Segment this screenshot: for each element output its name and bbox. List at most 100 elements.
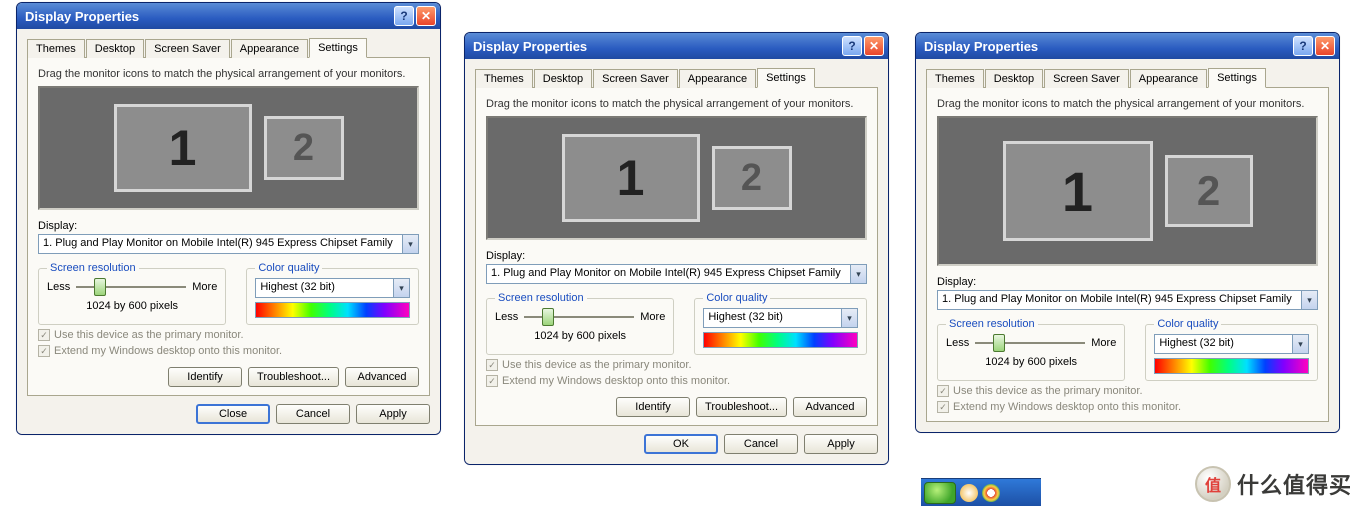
window-title: Display Properties <box>473 39 840 54</box>
resolution-group: Screen resolution Less More 1024 by 600 … <box>38 262 226 325</box>
identify-button[interactable]: Identify <box>168 367 242 387</box>
resolution-value: 1024 by 600 pixels <box>495 330 665 342</box>
display-value: 1. Plug and Play Monitor on Mobile Intel… <box>938 291 1301 309</box>
checkbox-icon: ✓ <box>937 385 949 397</box>
resolution-slider[interactable] <box>524 308 634 326</box>
tab-appearance[interactable]: Appearance <box>679 69 756 88</box>
close-button[interactable]: ✕ <box>1315 36 1335 56</box>
advanced-button[interactable]: Advanced <box>345 367 419 387</box>
help-button[interactable]: ? <box>394 6 414 26</box>
taskbar[interactable] <box>921 478 1041 506</box>
display-combo[interactable]: 1. Plug and Play Monitor on Mobile Intel… <box>486 264 867 284</box>
resolution-slider[interactable] <box>76 278 186 296</box>
apply-button[interactable]: Apply <box>804 434 878 454</box>
display-value: 1. Plug and Play Monitor on Mobile Intel… <box>39 235 402 253</box>
monitor-1[interactable]: 1 <box>114 104 252 192</box>
troubleshoot-button[interactable]: Troubleshoot... <box>248 367 339 387</box>
ok-button[interactable]: OK <box>644 434 718 454</box>
tab-desktop[interactable]: Desktop <box>534 69 592 88</box>
color-combo[interactable]: Highest (32 bit) ▾ <box>1154 334 1309 354</box>
start-button[interactable] <box>924 482 956 504</box>
color-combo[interactable]: Highest (32 bit) ▾ <box>255 278 410 298</box>
monitor-2[interactable]: 2 <box>264 116 344 180</box>
checkbox-icon: ✓ <box>486 359 498 371</box>
tab-desktop[interactable]: Desktop <box>985 69 1043 88</box>
chevron-down-icon[interactable]: ▾ <box>393 279 409 297</box>
display-value: 1. Plug and Play Monitor on Mobile Intel… <box>487 265 850 283</box>
checkbox-icon: ✓ <box>38 329 50 341</box>
close-dialog-button[interactable]: Close <box>196 404 270 424</box>
display-combo[interactable]: 1. Plug and Play Monitor on Mobile Intel… <box>38 234 419 254</box>
color-value: Highest (32 bit) <box>256 279 393 297</box>
color-spectrum <box>703 332 858 348</box>
tab-bar: Themes Desktop Screen Saver Appearance S… <box>926 65 1329 87</box>
watermark: 值 什么值得买 <box>1187 462 1360 506</box>
help-button[interactable]: ? <box>1293 36 1313 56</box>
cancel-button[interactable]: Cancel <box>724 434 798 454</box>
tab-screensaver[interactable]: Screen Saver <box>1044 69 1129 88</box>
color-group: Color quality Highest (32 bit) ▾ <box>246 262 419 325</box>
resolution-slider[interactable] <box>975 334 1085 352</box>
advanced-button[interactable]: Advanced <box>793 397 867 417</box>
watermark-logo-icon: 值 <box>1195 466 1231 502</box>
color-value: Highest (32 bit) <box>704 309 841 327</box>
resolution-group: Screen resolution Less More 1024 by 600 … <box>937 318 1125 381</box>
checkbox-icon: ✓ <box>486 375 498 387</box>
resolution-value: 1024 by 600 pixels <box>946 356 1116 368</box>
resolution-legend: Screen resolution <box>47 262 139 274</box>
close-button[interactable]: ✕ <box>416 6 436 26</box>
settings-panel: Drag the monitor icons to match the phys… <box>475 87 878 426</box>
instruction-text: Drag the monitor icons to match the phys… <box>937 98 1318 110</box>
close-button[interactable]: ✕ <box>864 36 884 56</box>
window-title: Display Properties <box>25 9 392 24</box>
instruction-text: Drag the monitor icons to match the phys… <box>38 68 419 80</box>
tab-settings[interactable]: Settings <box>309 38 367 58</box>
tab-settings[interactable]: Settings <box>757 68 815 88</box>
identify-button[interactable]: Identify <box>616 397 690 417</box>
chevron-down-icon[interactable]: ▾ <box>402 235 418 253</box>
titlebar[interactable]: Display Properties ? ✕ <box>916 33 1339 59</box>
chevron-down-icon[interactable]: ▾ <box>1292 335 1308 353</box>
tab-themes[interactable]: Themes <box>926 69 984 88</box>
tab-screensaver[interactable]: Screen Saver <box>593 69 678 88</box>
resolution-legend: Screen resolution <box>495 292 587 304</box>
resolution-group: Screen resolution Less More 1024 by 600 … <box>486 292 674 355</box>
tab-appearance[interactable]: Appearance <box>1130 69 1207 88</box>
apply-button[interactable]: Apply <box>356 404 430 424</box>
window-title: Display Properties <box>924 39 1291 54</box>
settings-panel: Drag the monitor icons to match the phys… <box>27 57 430 396</box>
tab-settings[interactable]: Settings <box>1208 68 1266 88</box>
titlebar[interactable]: Display Properties ? ✕ <box>17 3 440 29</box>
tab-bar: Themes Desktop Screen Saver Appearance S… <box>475 65 878 87</box>
chevron-down-icon[interactable]: ▾ <box>850 265 866 283</box>
cancel-button[interactable]: Cancel <box>276 404 350 424</box>
checkbox-icon: ✓ <box>38 345 50 357</box>
monitor-preview[interactable]: 1 2 <box>38 86 419 210</box>
titlebar[interactable]: Display Properties ? ✕ <box>465 33 888 59</box>
chrome-icon[interactable] <box>982 484 1000 502</box>
chevron-down-icon[interactable]: ▾ <box>841 309 857 327</box>
tab-desktop[interactable]: Desktop <box>86 39 144 58</box>
tab-screensaver[interactable]: Screen Saver <box>145 39 230 58</box>
checkbox-extend-desktop: ✓ Extend my Windows desktop onto this mo… <box>486 375 867 387</box>
checkbox-extend-desktop: ✓ Extend my Windows desktop onto this mo… <box>38 345 419 357</box>
watermark-text: 什么值得买 <box>1237 468 1352 500</box>
monitor-1[interactable]: 1 <box>1003 141 1153 241</box>
display-combo[interactable]: 1. Plug and Play Monitor on Mobile Intel… <box>937 290 1318 310</box>
troubleshoot-button[interactable]: Troubleshoot... <box>696 397 787 417</box>
monitor-2[interactable]: 2 <box>712 146 792 210</box>
display-label: Display: <box>38 220 419 232</box>
color-combo[interactable]: Highest (32 bit) ▾ <box>703 308 858 328</box>
monitor-preview[interactable]: 1 2 <box>486 116 867 240</box>
resolution-less: Less <box>47 281 70 293</box>
monitor-2[interactable]: 2 <box>1165 155 1253 227</box>
chevron-down-icon[interactable]: ▾ <box>1301 291 1317 309</box>
tab-appearance[interactable]: Appearance <box>231 39 308 58</box>
help-button[interactable]: ? <box>842 36 862 56</box>
monitor-1[interactable]: 1 <box>562 134 700 222</box>
monitor-preview[interactable]: 1 2 <box>937 116 1318 266</box>
tab-themes[interactable]: Themes <box>27 39 85 58</box>
tab-themes[interactable]: Themes <box>475 69 533 88</box>
color-legend: Color quality <box>1154 318 1221 330</box>
tray-icon[interactable] <box>960 484 978 502</box>
